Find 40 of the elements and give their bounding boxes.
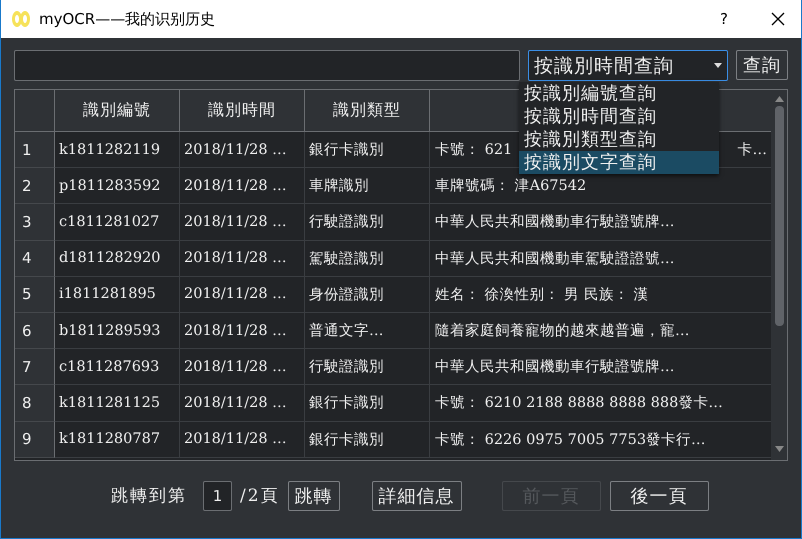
- table-cell: 2018/11/28 …: [180, 276, 305, 313]
- table-cell: k1811282119: [55, 132, 180, 168]
- table-cell: 2018/11/28 …: [180, 312, 305, 350]
- cell-text: 卡號： 621: [435, 141, 512, 160]
- cell-text: 卡號： 6226 0975 7005 7753發卡行…: [435, 430, 706, 449]
- table-cell: 車牌識別: [305, 168, 430, 204]
- table-cell: 2018/11/28 …: [180, 204, 305, 241]
- table-cell: k1811281125: [55, 385, 180, 422]
- table-cell: 2018/11/28 …: [180, 132, 305, 168]
- table-cell: 2018/11/28 …: [180, 385, 305, 422]
- table-cell: 銀行卡識別: [305, 132, 430, 168]
- cell-text: 中華人民共和國機動車駕駛證證號…: [435, 250, 674, 268]
- table-cell: 普通文字…: [305, 312, 430, 350]
- table-cell: 行駛證識別: [305, 349, 430, 386]
- table-cell: 銀行卡識別: [305, 385, 430, 422]
- cell-text: 卡…: [738, 141, 767, 160]
- table-cell: 駕駛證識別: [305, 240, 430, 277]
- table-cell: p1811283592: [55, 168, 180, 204]
- cell-text: 中華人民共和國機動車行駛證號牌…: [435, 358, 674, 376]
- cell-text: 卡號： 6210 2188 8888 8888 888發卡…: [435, 394, 723, 412]
- table-cell: 2018/11/28 …: [180, 422, 305, 458]
- window-title: myOCR——我的识别历史: [39, 10, 216, 28]
- table-cell: b1811289593: [55, 312, 180, 350]
- table-cell: k1811280787: [55, 422, 180, 458]
- table-cell: c1811281027: [55, 204, 180, 241]
- cell-text: 中華人民共和國機動車行駛證號牌…: [435, 213, 674, 232]
- cell-text: 隨着家庭飼養寵物的越來越普遍，寵…: [435, 322, 690, 340]
- table-cell: 2018/11/28 …: [180, 240, 305, 277]
- table-cell: 身份證識別: [305, 276, 430, 313]
- table-cell: 2018/11/28 …: [180, 349, 305, 386]
- table-cell: i1811281895: [55, 276, 180, 313]
- table-cell: 行駛證識別: [305, 204, 430, 241]
- cell-text: 車牌號碼： 津A67542: [435, 177, 586, 196]
- page-total: /2頁: [240, 485, 280, 507]
- cell-text: 姓名： 徐渙性别： 男 民族： 漢: [435, 286, 648, 304]
- table-cell: d1811282920: [55, 240, 180, 277]
- table-cell: c1811287693: [55, 349, 180, 386]
- table-cell: 銀行卡識別: [305, 422, 430, 458]
- jump-label: 跳轉到第: [111, 485, 187, 507]
- table-cell: 2018/11/28 …: [180, 168, 305, 204]
